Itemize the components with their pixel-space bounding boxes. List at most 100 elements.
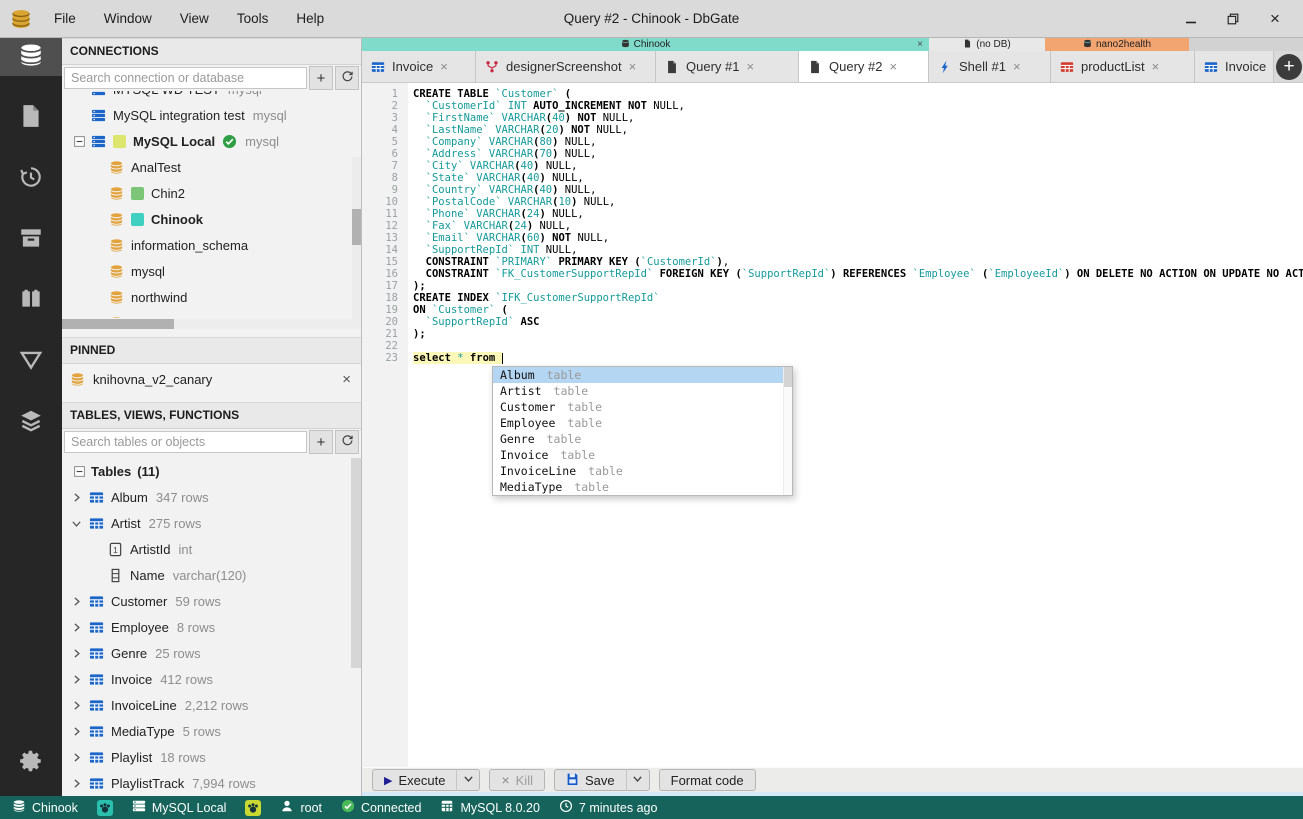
database-item[interactable]: Chinook [62,206,361,232]
code-line[interactable]: ); [413,328,1303,340]
database-color-badge[interactable] [96,799,113,816]
chevron-right-icon[interactable] [70,725,83,738]
status-last-refresh[interactable]: 7 minutes ago [559,799,657,816]
collapse-box-icon[interactable] [73,465,86,478]
chevron-right-icon[interactable] [70,777,83,790]
rail-query-designer-button[interactable] [0,343,62,381]
code-line[interactable]: `LastName` VARCHAR(20) NOT NULL, [413,124,1303,136]
connections-vscrollbar[interactable] [352,157,361,319]
code-line[interactable]: select * from [413,352,1303,364]
code-line[interactable]: CREATE TABLE `Customer` ( [413,88,1303,100]
code-line[interactable]: CONSTRAINT `FK_CustomerSupportRepId` FOR… [413,268,1303,280]
code-line[interactable]: `SupportRepId` ASC [413,316,1303,328]
table-item[interactable]: Playlist 18 rows [62,744,361,770]
autocomplete-item[interactable]: Artist table [493,383,792,399]
close-tab-icon[interactable]: × [1013,59,1021,74]
tab-shell-1[interactable]: Shell #1 × [929,51,1051,82]
save-button[interactable]: Save [553,769,627,791]
code-line[interactable]: `Phone` VARCHAR(24) NULL, [413,208,1303,220]
code-line[interactable]: `Country` VARCHAR(40) NULL, [413,184,1303,196]
status-database[interactable]: Chinook [12,799,78,816]
chevron-right-icon[interactable] [70,673,83,686]
code-line[interactable]: `State` VARCHAR(40) NULL, [413,172,1303,184]
table-item[interactable]: Invoice 412 rows [62,666,361,692]
add-connection-button[interactable]: + [309,66,333,90]
connection-item[interactable]: MySQL Local mysql [62,128,361,154]
database-item[interactable]: information_schema [62,232,361,258]
minimize-button[interactable] [1183,11,1199,27]
table-search-input[interactable] [64,431,307,453]
tables-vscrollbar[interactable] [351,458,361,668]
rail-reference-button[interactable] [0,282,62,320]
code-line[interactable]: `Address` VARCHAR(70) NULL, [413,148,1303,160]
menu-file[interactable]: File [54,11,76,26]
tab-invoice[interactable]: Invoice × [362,51,476,82]
status-user[interactable]: root [280,799,322,816]
tab-productlist[interactable]: productList × [1051,51,1195,82]
refresh-tables-button[interactable] [335,430,359,454]
code-line[interactable]: ON `Customer` ( [413,304,1303,316]
autocomplete-item[interactable]: Customer table [493,399,792,415]
connection-item[interactable]: MySQL integration test mysql [62,102,361,128]
kill-button[interactable]: × Kill [489,769,545,791]
code-line[interactable]: `Company` VARCHAR(80) NULL, [413,136,1303,148]
autocomplete-item[interactable]: MediaType table [493,479,792,495]
autocomplete-item[interactable]: InvoiceLine table [493,463,792,479]
status-connection[interactable]: Connected [341,799,421,816]
code-line[interactable]: CREATE INDEX `IFK_CustomerSupportRepId` [413,292,1303,304]
code-line[interactable]: `PostalCode` VARCHAR(10) NULL, [413,196,1303,208]
close-group-icon[interactable]: × [917,38,923,51]
column-item[interactable]: 1 ArtistId int [62,536,361,562]
table-item[interactable]: Genre 25 rows [62,640,361,666]
tab-group[interactable]: nano2health [1045,38,1189,51]
close-tab-icon[interactable]: × [1152,59,1160,74]
code-line[interactable]: ); [413,280,1303,292]
autocomplete-item[interactable]: Employee table [493,415,792,431]
tab-invoice[interactable]: Invoice [1195,51,1274,82]
code-line[interactable]: `City` VARCHAR(40) NULL, [413,160,1303,172]
chevron-right-icon[interactable] [70,595,83,608]
autocomplete-item[interactable]: Album table [493,367,792,383]
table-item[interactable]: Artist 275 rows [62,510,361,536]
new-tab-button[interactable]: + [1276,53,1302,80]
table-item[interactable]: MediaType 5 rows [62,718,361,744]
sql-editor[interactable]: 1 2 3 4 5 6 7 8 9 10 11 12 13 14 15 16 17 18 19 20 21 22 23 CR… [362,83,1303,767]
rail-files-button[interactable] [0,99,62,137]
database-item[interactable]: Chin2 [62,180,361,206]
close-button[interactable]: × [1267,9,1283,28]
rail-connections-button[interactable] [0,38,62,76]
autocomplete-item[interactable]: Invoice table [493,447,792,463]
pinned-item[interactable]: knihovna_v2_canary × [62,364,361,394]
table-item[interactable]: Customer 59 rows [62,588,361,614]
table-item[interactable]: PlaylistTrack 7,994 rows [62,770,361,796]
chevron-down-icon[interactable] [70,517,83,530]
unpin-close-icon[interactable]: × [342,371,351,388]
status-version[interactable]: MySQL 8.0.20 [440,799,540,816]
code-line[interactable]: `FirstName` VARCHAR(40) NOT NULL, [413,112,1303,124]
table-item[interactable]: InvoiceLine 2,212 rows [62,692,361,718]
connection-search-input[interactable] [64,67,307,89]
tab-designerscreenshot[interactable]: designerScreenshot × [476,51,656,82]
code-line[interactable]: `CustomerId` INT AUTO_INCREMENT NOT NULL… [413,100,1303,112]
rail-archive-button[interactable] [0,221,62,259]
restore-button[interactable] [1225,11,1241,27]
code-line[interactable]: `SupportRepId` INT NULL, [413,244,1303,256]
code-line[interactable] [413,340,1303,352]
server-color-badge[interactable] [245,799,262,816]
autocomplete-scrollbar[interactable] [783,367,792,495]
menu-help[interactable]: Help [296,11,324,26]
close-tab-icon[interactable]: × [440,59,448,74]
status-server[interactable]: MySQL Local [132,799,226,816]
table-item[interactable]: Employee 8 rows [62,614,361,640]
chevron-right-icon[interactable] [70,621,83,634]
code-line[interactable]: `Email` VARCHAR(60) NOT NULL, [413,232,1303,244]
add-table-button[interactable]: + [309,430,333,454]
database-item[interactable]: northwind [62,284,361,310]
close-tab-icon[interactable]: × [629,59,637,74]
connection-item[interactable]: MYSQL WD TEST mysql [62,91,361,102]
menu-view[interactable]: View [180,11,209,26]
tab-group[interactable]: (no DB) [929,38,1045,51]
chevron-right-icon[interactable] [70,491,83,504]
tab-query-1[interactable]: Query #1 × [656,51,799,82]
tables-group-header[interactable]: Tables (11) [62,458,361,484]
